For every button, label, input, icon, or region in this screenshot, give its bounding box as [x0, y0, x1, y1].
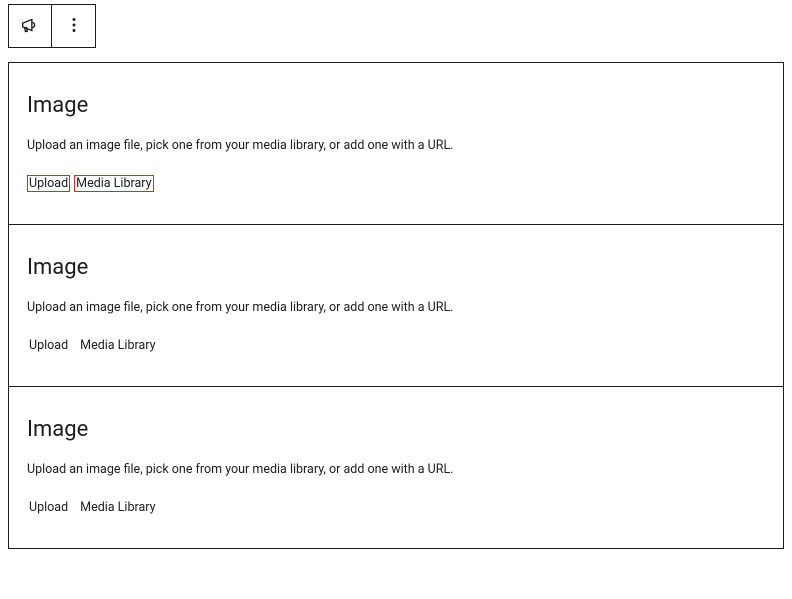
media-library-button[interactable]: Media Library — [74, 175, 153, 192]
upload-button[interactable]: Upload — [27, 175, 70, 192]
media-library-button[interactable]: Media Library — [78, 499, 157, 516]
block-title: Image — [27, 93, 765, 118]
image-block[interactable]: Image Upload an image file, pick one fro… — [8, 387, 784, 549]
image-block[interactable]: Image Upload an image file, pick one fro… — [8, 62, 784, 225]
block-title: Image — [27, 417, 765, 442]
block-type-button[interactable] — [8, 4, 52, 48]
block-actions: Upload Media Library — [27, 175, 765, 192]
block-actions: Upload Media Library — [27, 499, 765, 516]
block-actions: Upload Media Library — [27, 337, 765, 354]
block-description: Upload an image file, pick one from your… — [27, 138, 765, 153]
megaphone-icon — [19, 14, 41, 39]
block-toolbar — [8, 4, 792, 48]
block-description: Upload an image file, pick one from your… — [27, 462, 765, 477]
more-vertical-icon — [63, 14, 85, 39]
blocks-container: Image Upload an image file, pick one fro… — [8, 62, 784, 549]
block-title: Image — [27, 255, 765, 280]
more-options-button[interactable] — [52, 4, 96, 48]
image-block[interactable]: Image Upload an image file, pick one fro… — [8, 225, 784, 387]
upload-button[interactable]: Upload — [27, 499, 70, 516]
block-description: Upload an image file, pick one from your… — [27, 300, 765, 315]
upload-button[interactable]: Upload — [27, 337, 70, 354]
media-library-button[interactable]: Media Library — [78, 337, 157, 354]
